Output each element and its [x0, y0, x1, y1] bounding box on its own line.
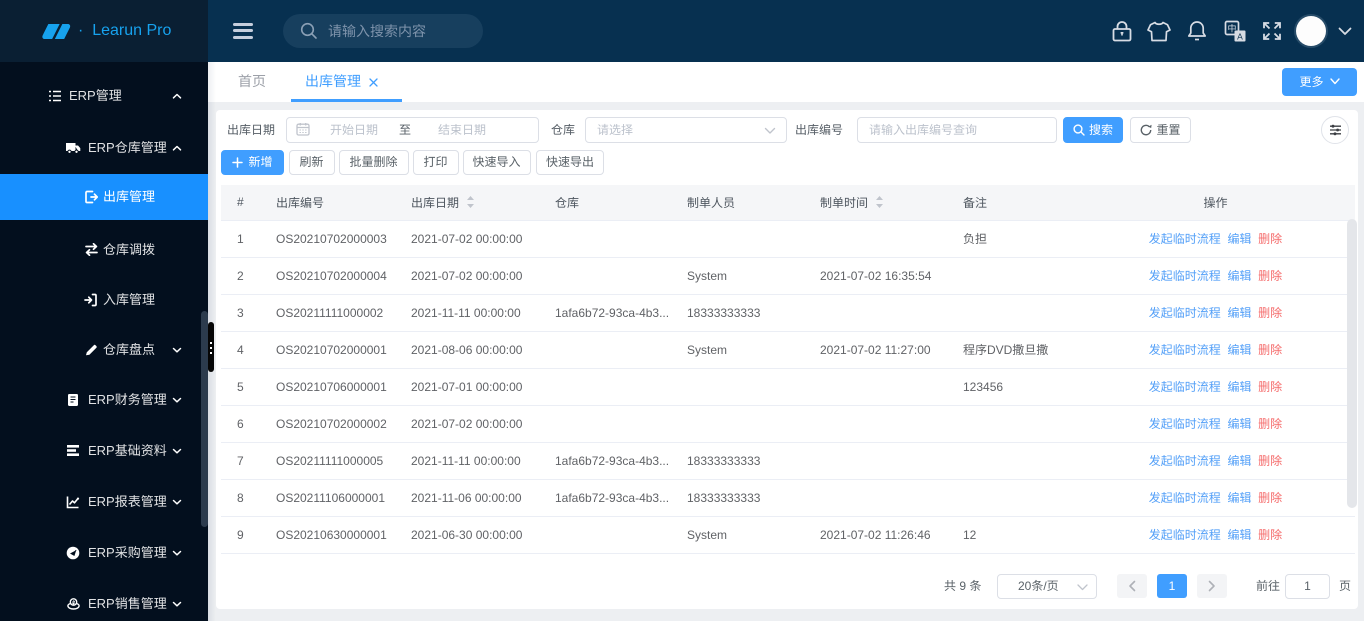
svg-text:A: A [1237, 32, 1243, 42]
